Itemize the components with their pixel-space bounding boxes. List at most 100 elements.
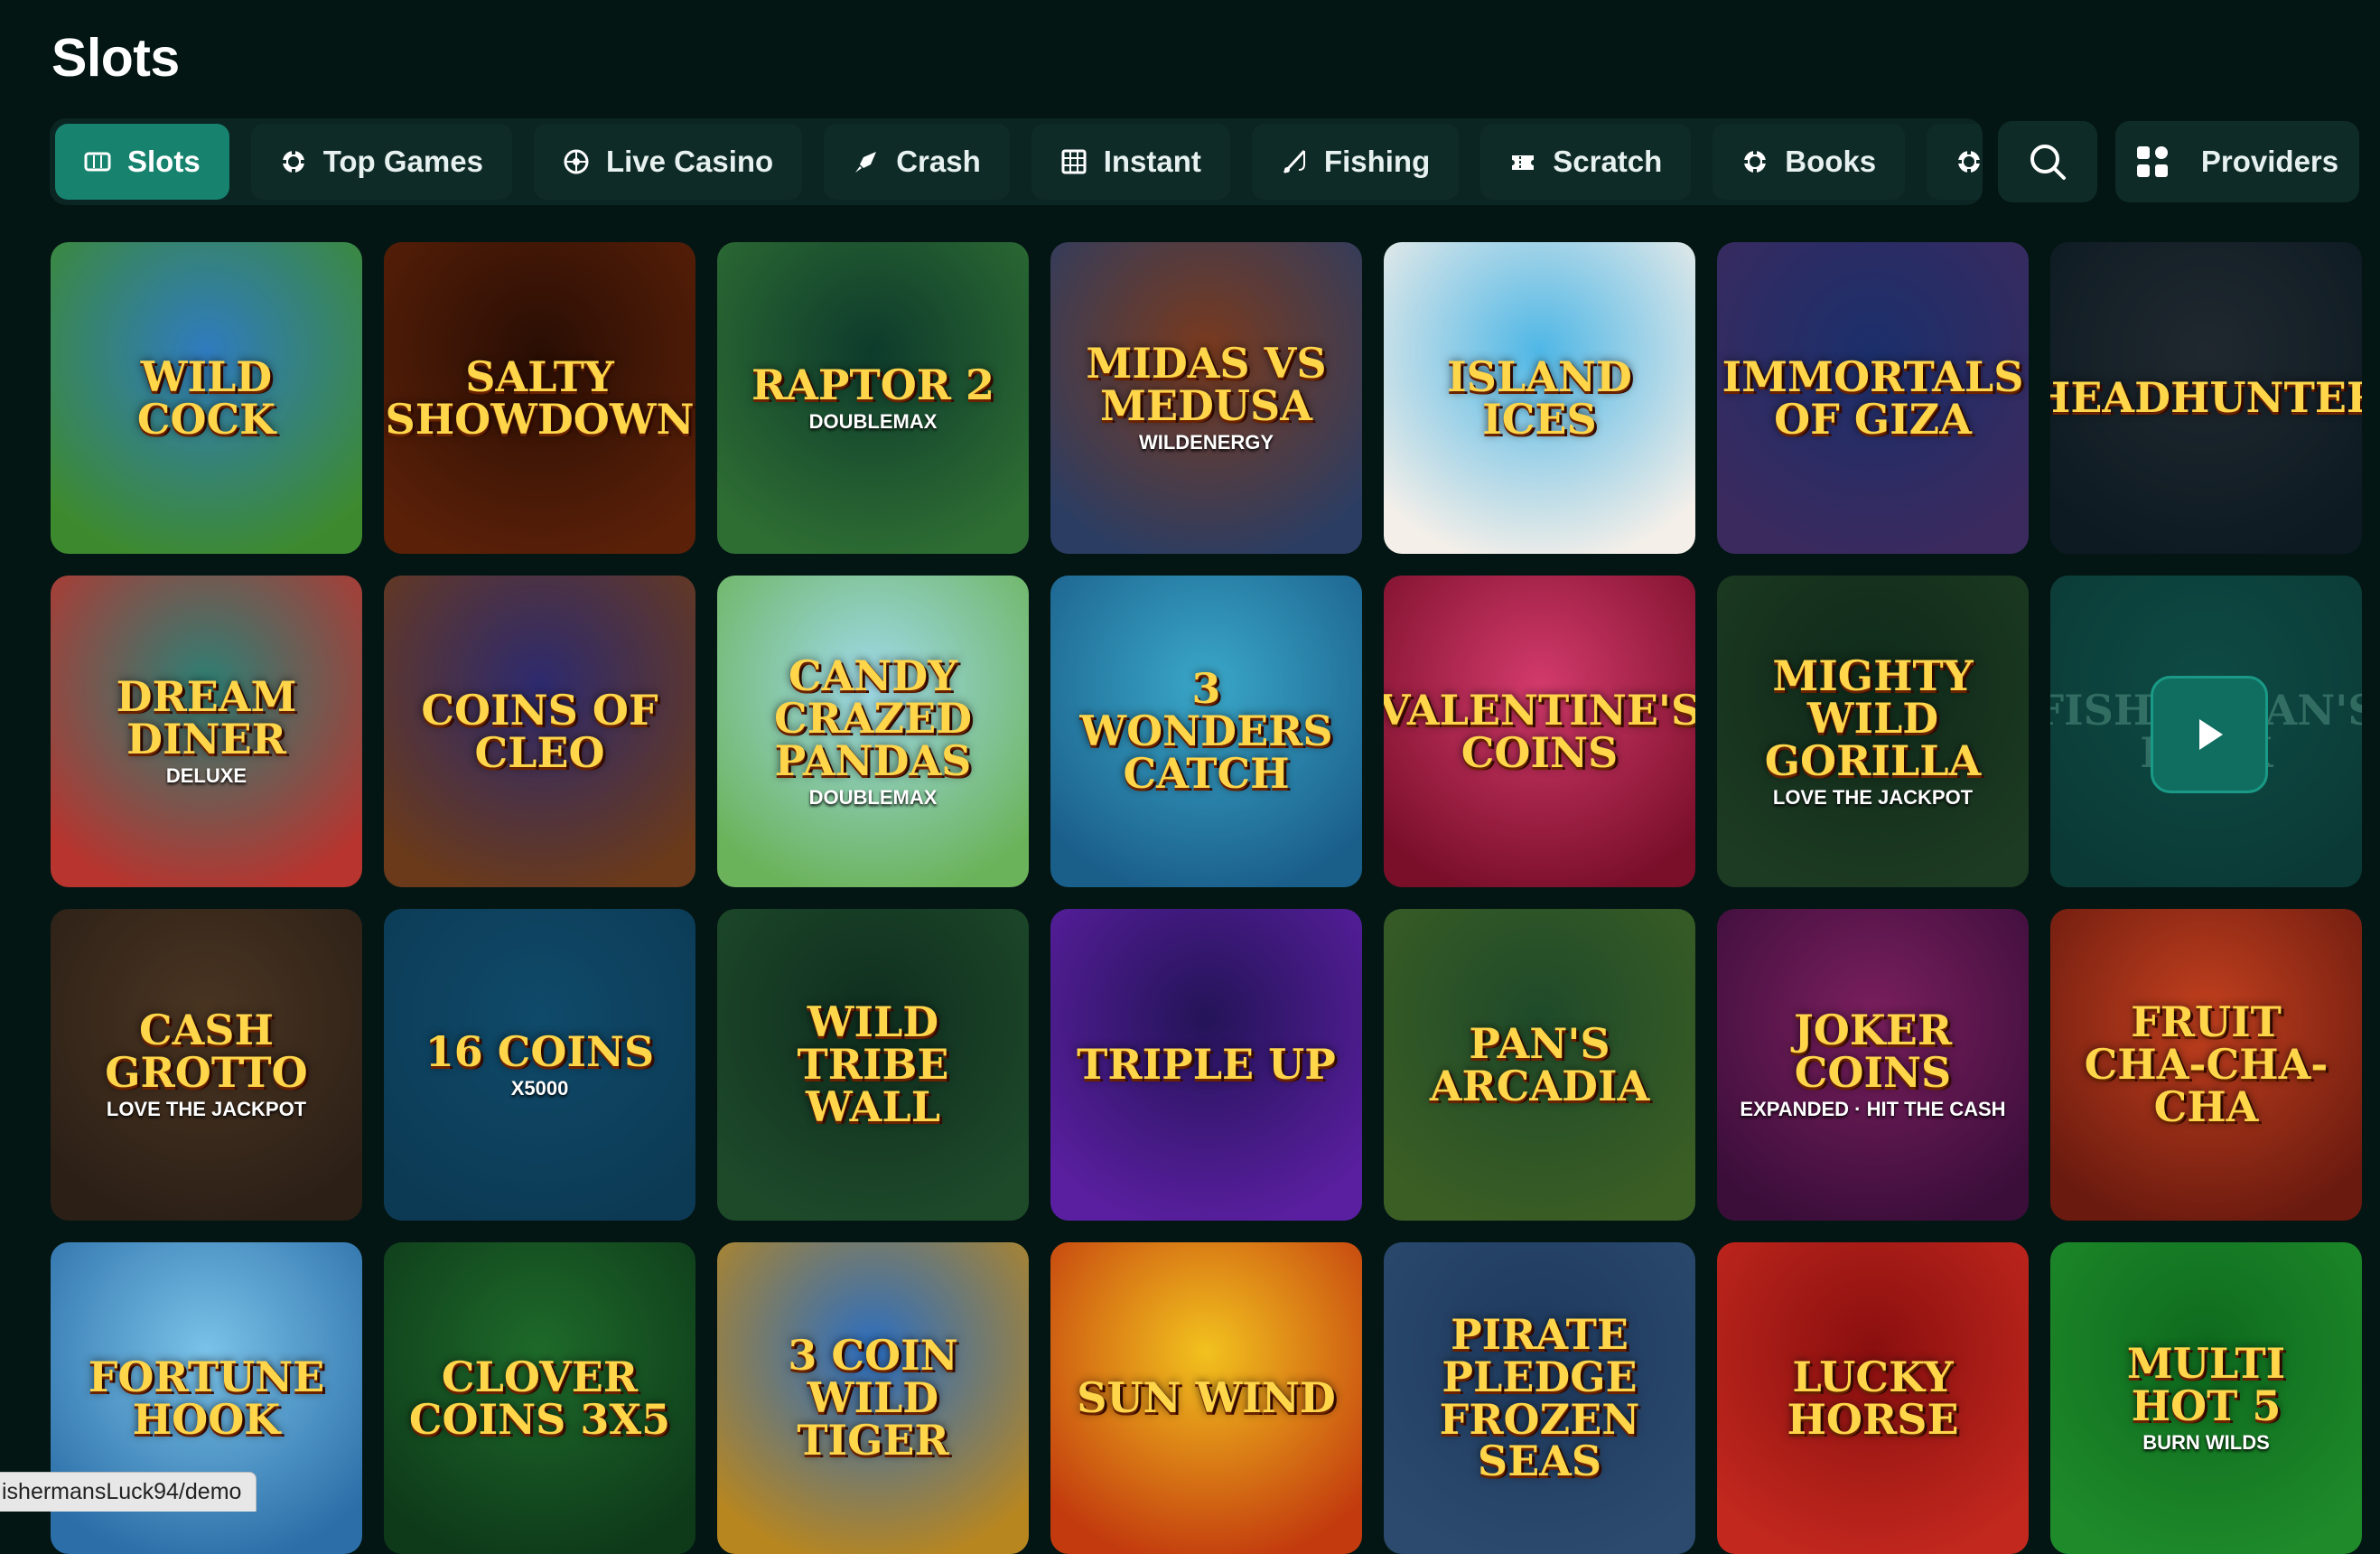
tab-slots[interactable]: Slots — [55, 124, 229, 200]
game-title: Multi Hot 5 Burn Wilds — [2050, 1343, 2362, 1453]
tab-fishing[interactable]: Fishing — [1251, 124, 1460, 200]
game-title: Triple Up — [1077, 1040, 1336, 1090]
game-title: Valentine's Coins — [1384, 685, 1695, 777]
game-subtitle: Expanded · Hit the Cash — [1740, 1098, 2006, 1121]
providers-label: Providers — [2200, 145, 2339, 178]
apps-grid-icon — [2136, 145, 2169, 178]
game-tile[interactable]: Dream Diner Deluxe — [51, 576, 362, 887]
game-tile[interactable]: Multi Hot 5 Burn Wilds — [2050, 1242, 2362, 1554]
game-title: Midas vs Medusa WildEnergy — [1050, 342, 1362, 453]
game-title: Sun Wind — [1077, 1373, 1336, 1423]
game-title: Mighty Wild Gorilla Love the Jackpot — [1717, 654, 2029, 809]
page-title: Slots — [51, 28, 180, 88]
rocket-icon — [853, 148, 880, 175]
game-tile[interactable]: Lucky Horse — [1717, 1242, 2029, 1554]
game-tile[interactable]: Triple Up — [1050, 909, 1362, 1221]
tab-label: Slots — [127, 145, 201, 178]
game-title: Wild Tribe Wall — [797, 997, 949, 1131]
game-tile[interactable]: Salty Showdown — [384, 242, 695, 554]
tab-label: Live Casino — [605, 145, 774, 178]
game-tile[interactable]: Joker Coins Expanded · Hit the Cash — [1717, 909, 2029, 1221]
chip-icon — [280, 148, 307, 175]
chip-icon — [1955, 148, 1983, 175]
tab-crash[interactable]: Crash — [824, 124, 1010, 200]
tab-f[interactable]: F — [1927, 124, 1983, 200]
tab-live-casino[interactable]: Live Casino — [533, 124, 803, 200]
game-title: Fortune Hook — [88, 1352, 325, 1444]
tab-label: Scratch — [1553, 145, 1663, 178]
game-title: Fruit Cha-Cha-Cha — [2084, 997, 2329, 1131]
game-title: Immortals of Giza — [1722, 351, 2024, 444]
game-tile[interactable]: Pirate Pledge Frozen Seas — [1384, 1242, 1695, 1554]
game-tile[interactable]: Midas vs Medusa WildEnergy — [1050, 242, 1362, 554]
game-tile[interactable]: Headhunter — [2050, 242, 2362, 554]
grid-icon — [1060, 148, 1087, 175]
tab-label: Crash — [896, 145, 981, 178]
game-title: Wild Cock — [136, 351, 276, 444]
game-title: Island Ices — [1447, 351, 1632, 444]
roulette-icon — [563, 148, 590, 175]
game-tile[interactable]: Pan's Arcadia — [1384, 909, 1695, 1221]
game-subtitle: DoubleMax — [808, 409, 938, 433]
game-title: Candy Crazed Pandas DoubleMax — [717, 654, 1029, 809]
game-title: Dream Diner Deluxe — [51, 676, 362, 786]
game-subtitle: Burn Wilds — [2142, 1431, 2270, 1455]
game-tile[interactable]: Wild Tribe Wall — [717, 909, 1029, 1221]
game-title: Coins of Cleo — [421, 685, 658, 777]
game-title: Raptor 2 DoubleMax — [751, 360, 995, 433]
game-subtitle: x5000 — [510, 1076, 569, 1100]
game-title: Clover Coins 3x5 — [408, 1352, 671, 1444]
game-title: 3 Coin Wild Tiger — [788, 1331, 958, 1465]
play-icon — [2198, 718, 2223, 750]
game-tile[interactable]: Sun Wind — [1050, 1242, 1362, 1554]
game-tile[interactable]: Mighty Wild Gorilla Love the Jackpot — [1717, 576, 2029, 887]
game-tile[interactable]: Immortals of Giza — [1717, 242, 2029, 554]
game-subtitle: Love the Jackpot — [106, 1098, 307, 1121]
game-grid: Wild Cock Salty Showdown Raptor 2 DoubleMax… — [51, 242, 2362, 1554]
game-title: Pan's Arcadia — [1429, 1018, 1650, 1110]
fishing-rod-icon — [1281, 148, 1308, 175]
category-tab-bar: Slots Top Games Live Casino Crash Instant Fis… — [50, 118, 1983, 205]
game-title: Joker Coins Expanded · Hit the Cash — [1717, 1009, 2029, 1119]
game-tile[interactable]: 16 Coins x5000 — [384, 909, 695, 1221]
tab-label: Top Games — [322, 145, 483, 178]
game-tile[interactable]: Coins of Cleo — [384, 576, 695, 887]
search-icon — [2030, 145, 2066, 180]
game-tile[interactable]: Valentine's Coins — [1384, 576, 1695, 887]
game-subtitle: Love the Jackpot — [1772, 785, 1974, 809]
game-subtitle: Deluxe — [165, 764, 247, 788]
slot-machine-icon — [84, 148, 111, 175]
game-tile[interactable]: Raptor 2 DoubleMax — [717, 242, 1029, 554]
tab-top-games[interactable]: Top Games — [250, 124, 512, 200]
game-tile[interactable]: 3 Wonders Catch — [1050, 576, 1362, 887]
game-tile[interactable]: Clover Coins 3x5 — [384, 1242, 695, 1554]
game-tile[interactable]: Cash Grotto Love the Jackpot — [51, 909, 362, 1221]
game-title: 3 Wonders Catch — [1079, 664, 1333, 798]
game-title: 16 Coins x5000 — [425, 1026, 655, 1100]
game-tile[interactable]: 3 Coin Wild Tiger — [717, 1242, 1029, 1554]
tab-books[interactable]: Books — [1713, 124, 1906, 200]
play-button[interactable] — [2150, 675, 2268, 793]
game-tile[interactable]: Fruit Cha-Cha-Cha — [2050, 909, 2362, 1221]
tab-label: Fishing — [1323, 145, 1431, 178]
status-bar-url: ishermansLuck94/demo — [0, 1472, 257, 1512]
search-button[interactable] — [1998, 121, 2097, 202]
game-title: Headhunter — [2050, 373, 2362, 423]
providers-button[interactable]: Providers — [2115, 121, 2359, 202]
game-title: Lucky Horse — [1787, 1352, 1959, 1444]
game-tile[interactable]: Island Ices — [1384, 242, 1695, 554]
tab-label: Instant — [1103, 145, 1201, 178]
game-subtitle: WildEnergy — [1138, 431, 1274, 454]
tab-instant[interactable]: Instant — [1031, 124, 1230, 200]
tab-label: Books — [1785, 145, 1877, 178]
game-title: Pirate Pledge Frozen Seas — [1439, 1309, 1640, 1486]
ticket-icon — [1509, 148, 1536, 175]
game-tile[interactable]: Wild Cock — [51, 242, 362, 554]
game-title: Cash Grotto Love the Jackpot — [51, 1009, 362, 1119]
game-tile[interactable]: Fisherman's Luck — [2050, 576, 2362, 887]
chip-icon — [1741, 148, 1769, 175]
game-title: Salty Showdown — [385, 351, 695, 444]
tab-scratch[interactable]: Scratch — [1480, 124, 1692, 200]
game-subtitle: DoubleMax — [808, 785, 938, 809]
game-tile[interactable]: Candy Crazed Pandas DoubleMax — [717, 576, 1029, 887]
